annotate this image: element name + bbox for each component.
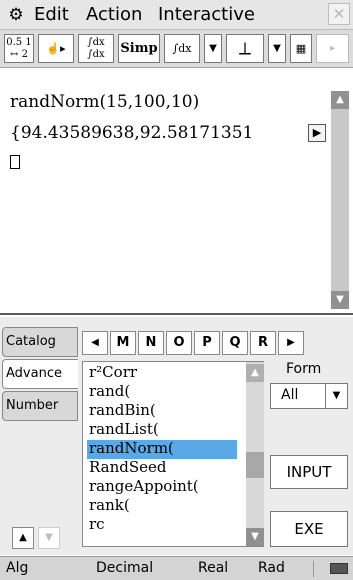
toolbar-dropdown-2[interactable]: ▼ <box>268 34 286 63</box>
letter-key-m[interactable]: M <box>110 331 136 355</box>
work-scrollbar[interactable]: ▲ ▼ <box>331 91 349 309</box>
output-result: {94.43589638,92.58171351 <box>10 123 254 143</box>
status-number-format[interactable]: Decimal <box>96 560 153 576</box>
catalog-item[interactable]: rangeAppoint( <box>89 478 199 497</box>
catalog-scrollbar[interactable]: ▲ ▼ <box>246 362 264 546</box>
status-bar: Alg Decimal Real Rad <box>0 556 353 580</box>
letter-key-r[interactable]: R <box>250 331 276 355</box>
scroll-up-icon[interactable]: ▲ <box>246 364 264 382</box>
drag-hand-button[interactable]: ☝▸ <box>38 34 74 63</box>
integral-edit-button[interactable]: ∫dx <box>164 34 200 63</box>
status-angle[interactable]: Rad <box>258 560 285 576</box>
dropdown-icon: ▼ <box>273 43 281 54</box>
catalog-item[interactable]: rank( <box>89 497 130 516</box>
graph-button[interactable]: ⟂ <box>226 34 264 63</box>
fraction-decimal-toggle-button[interactable]: 0.5 1 ↔ 2 <box>4 34 34 63</box>
scroll-down-icon[interactable]: ▼ <box>331 291 349 309</box>
letter-key-n[interactable]: N <box>138 331 164 355</box>
catalog-item[interactable]: randList( <box>89 421 159 440</box>
integral-stack-icon: ∫dx ∫dx <box>87 37 105 60</box>
letter-key-p[interactable]: P <box>194 331 220 355</box>
close-icon[interactable]: ✕ <box>328 3 350 25</box>
catalog-list[interactable]: r²Corr rand( randBin( randList( randNorm… <box>82 361 264 547</box>
toolbar-scroll-right-button[interactable]: ▸ <box>316 34 349 63</box>
gear-icon[interactable]: ⚙ <box>6 5 26 25</box>
catalog-item[interactable]: rand( <box>89 383 130 402</box>
tab-advance[interactable]: Advance <box>2 359 78 389</box>
work-area[interactable]: randNorm(15,100,10) {94.43589638,92.5817… <box>0 69 353 315</box>
tab-scroll-up-icon[interactable]: ▲ <box>12 527 34 549</box>
form-select-value: All <box>281 387 299 403</box>
integral-edit-icon: ∫dx <box>172 42 192 55</box>
catalog-item-selected[interactable]: randNorm( <box>87 440 237 459</box>
letter-key-o[interactable]: O <box>166 331 192 355</box>
catalog-item[interactable]: rc <box>89 516 105 535</box>
status-divider <box>313 561 314 577</box>
catalog-item[interactable]: r²Corr <box>89 364 137 383</box>
letters-next-icon[interactable]: ▶ <box>278 331 304 355</box>
tab-scroll-down-icon[interactable]: ▼ <box>38 527 60 549</box>
status-mode[interactable]: Alg <box>6 560 28 576</box>
catalog-item[interactable]: randBin( <box>89 402 156 421</box>
result-more-arrow-icon[interactable]: ▶ <box>308 124 326 142</box>
battery-icon <box>330 563 348 574</box>
catalog-item[interactable]: RandSeed <box>89 459 166 478</box>
scroll-thumb[interactable] <box>246 452 264 478</box>
letters-prev-icon[interactable]: ◀ <box>82 331 108 355</box>
toolbar: 0.5 1 ↔ 2 ☝▸ ∫dx ∫dx Simp ∫dx ▼ ⟂ ▼ ▦ ▸ <box>0 30 353 68</box>
tab-number[interactable]: Number <box>2 391 78 421</box>
exe-button[interactable]: EXE <box>270 511 348 547</box>
table-icon: ▦ <box>295 42 307 55</box>
graph-axes-icon: ⟂ <box>238 38 251 59</box>
menu-bar: ⚙ Edit Action Interactive ✕ <box>0 0 353 30</box>
fraction-decimal-toggle-icon: 0.5 1 ↔ 2 <box>6 37 32 60</box>
menu-interactive[interactable]: Interactive <box>158 4 255 26</box>
toolbar-dropdown-1[interactable]: ▼ <box>204 34 222 63</box>
dropdown-icon: ▼ <box>209 43 217 54</box>
status-domain[interactable]: Real <box>198 560 228 576</box>
scroll-right-icon: ▸ <box>329 43 336 54</box>
integral-stack-button[interactable]: ∫dx ∫dx <box>78 34 114 63</box>
table-button[interactable]: ▦ <box>290 34 312 63</box>
input-button[interactable]: INPUT <box>270 455 348 489</box>
form-select[interactable]: All ▼ <box>270 383 348 409</box>
soft-keyboard: Catalog Advance Number ◀ M N O P Q R ▶ r… <box>0 317 353 555</box>
form-label: Form <box>286 361 322 377</box>
scroll-up-icon[interactable]: ▲ <box>331 91 349 109</box>
menu-action[interactable]: Action <box>86 4 142 26</box>
scroll-down-icon[interactable]: ▼ <box>246 528 264 546</box>
drag-hand-icon: ☝▸ <box>46 42 66 55</box>
letter-key-q[interactable]: Q <box>222 331 248 355</box>
input-expression[interactable]: randNorm(15,100,10) <box>10 91 199 113</box>
menu-edit[interactable]: Edit <box>34 4 69 26</box>
input-cursor[interactable] <box>10 155 20 169</box>
chevron-down-icon[interactable]: ▼ <box>325 384 347 408</box>
simplify-button[interactable]: Simp <box>118 34 160 63</box>
tab-catalog[interactable]: Catalog <box>2 327 78 357</box>
